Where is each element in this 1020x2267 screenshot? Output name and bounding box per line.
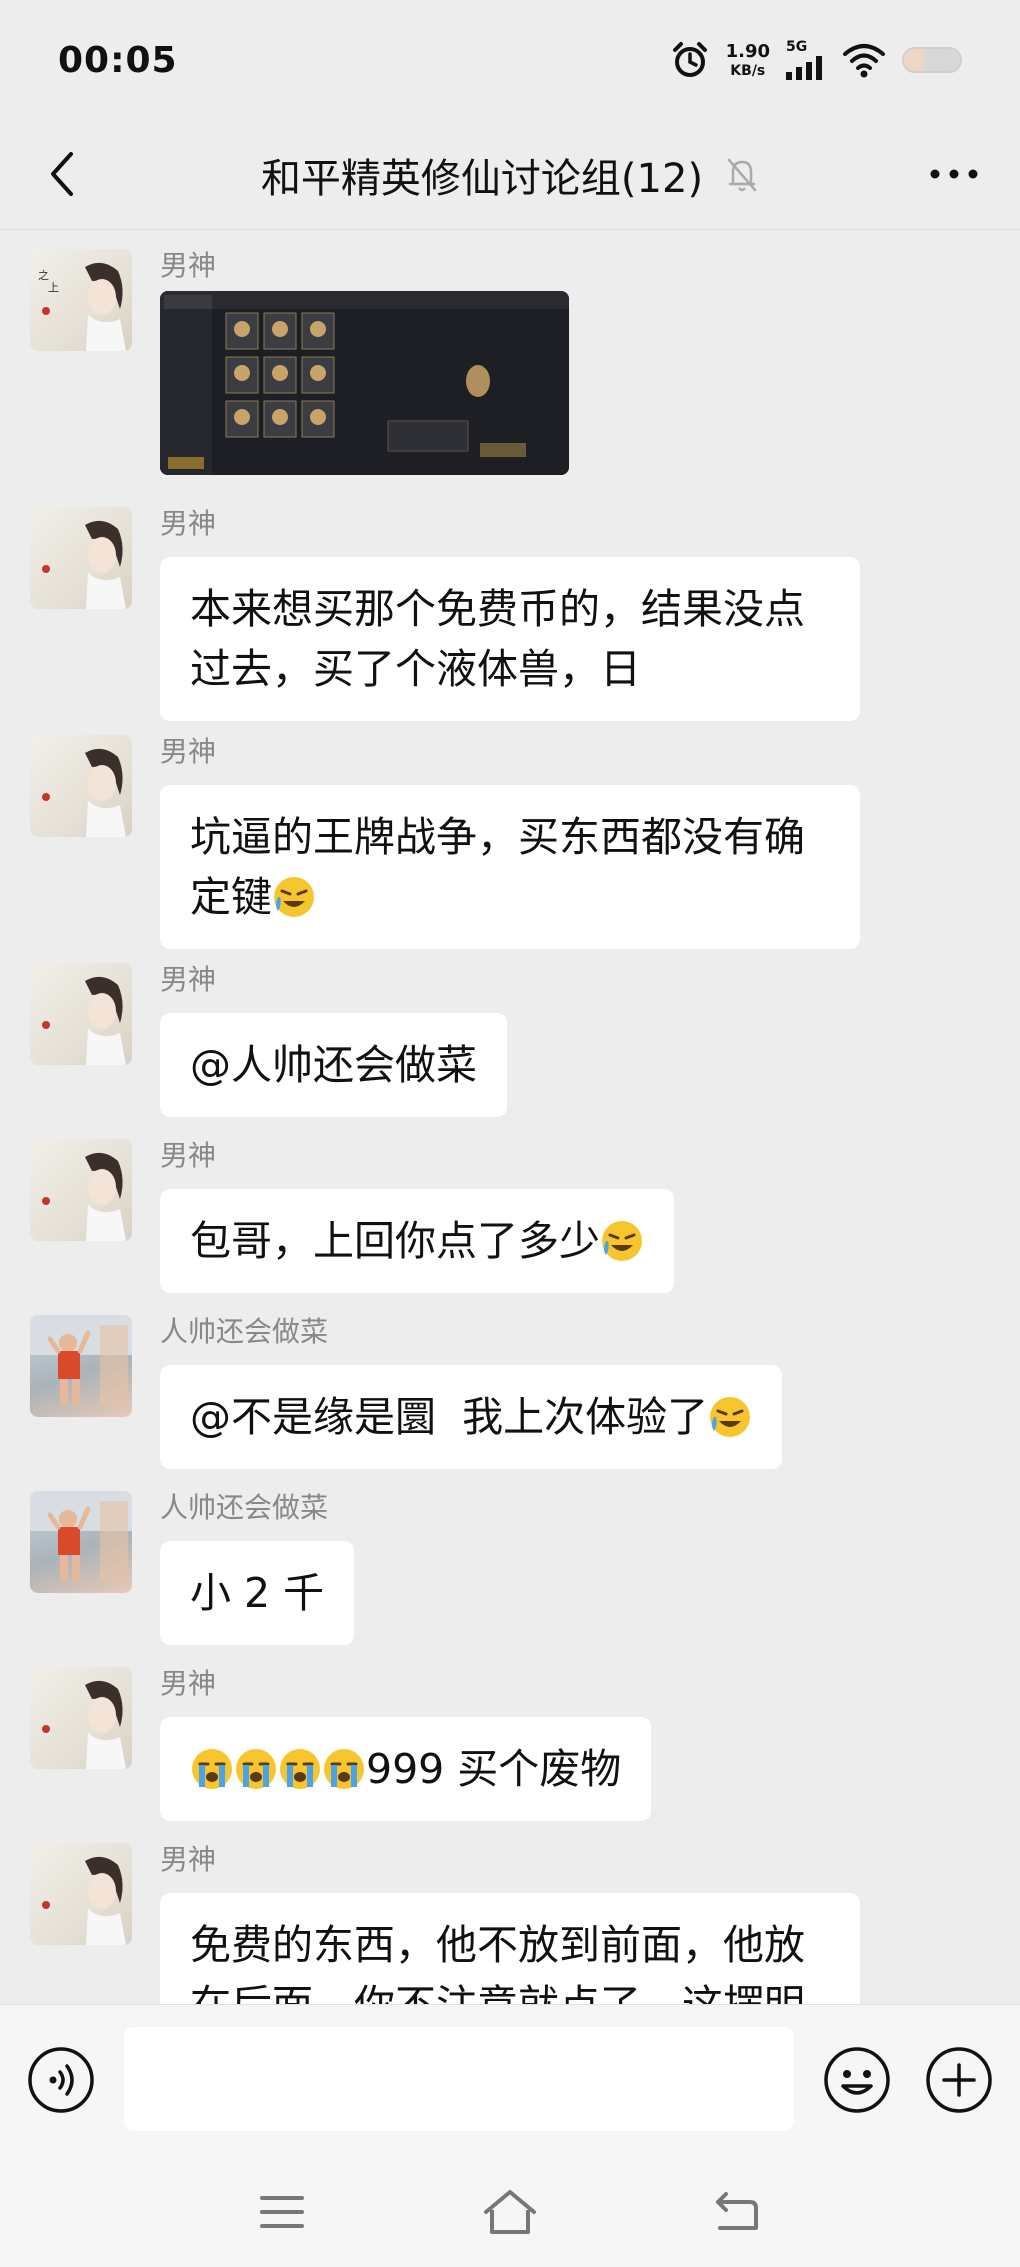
chat-header: 和平精英修仙讨论组(12) (0, 120, 1020, 230)
smiley-icon (824, 2047, 890, 2113)
system-navigation-bar (0, 2156, 1020, 2267)
menu-icon (260, 2196, 304, 2228)
sender-name: 男神 (160, 249, 217, 282)
message-text-line: 定键 (190, 867, 830, 927)
message-item: 男神 免费的东西，他不放到前面，他放 在后面，你不注意就点了，这摆明 (30, 1825, 990, 2004)
network-type-label: 5G (786, 39, 808, 55)
message-item: 男神 @人帅还会做菜 (30, 945, 990, 1117)
message-item: 男神 999 买个废物 (30, 1649, 990, 1821)
plus-circle-icon (926, 2047, 992, 2113)
input-bar (0, 2004, 1020, 2156)
game-shop-screenshot (160, 291, 569, 475)
avatar[interactable] (30, 963, 132, 1065)
net-speed-value: 1.90 (725, 40, 770, 62)
message-text-line: 包哥，上回你点了多少 (190, 1211, 644, 1271)
alarm-clock-icon (672, 42, 707, 77)
battery-level-fill (904, 49, 924, 71)
more-dots-icon (930, 169, 978, 179)
message-item: 人帅还会做菜 @不是缘是圜 我上次体验了 (30, 1297, 990, 1469)
message-text-line: @不是缘是圜 我上次体验了 (190, 1387, 752, 1447)
message-text-line: 999 买个废物 (190, 1739, 621, 1799)
sender-name: 男神 (160, 1139, 217, 1172)
avatar[interactable] (30, 1843, 132, 1945)
crying-laughing-emoji-icon (274, 877, 314, 917)
message-bubble[interactable]: 坑逼的王牌战争，买东西都没有确 定键 (160, 785, 860, 949)
network-speed: 1.90 KB/s (725, 40, 770, 79)
message-text-fragment: @不是缘是圜 我上次体验了 (190, 1393, 709, 1441)
crying-laughing-emoji-icon (710, 1397, 751, 1437)
message-text-line: @人帅还会做菜 (190, 1041, 477, 1089)
message-text-line: 坑逼的王牌战争，买东西都没有确 (190, 813, 805, 861)
loudly-crying-emoji-icon (192, 1749, 232, 1789)
home-button[interactable] (478, 2180, 542, 2244)
message-text-line: 过去，买了个液体兽，日 (190, 645, 641, 693)
message-bubble[interactable]: 999 买个废物 (160, 1717, 652, 1821)
avatar[interactable] (30, 735, 132, 837)
loudly-crying-emoji-icon (324, 1749, 364, 1789)
sender-name: 人帅还会做菜 (160, 1491, 329, 1524)
emoji-button[interactable] (822, 2045, 892, 2115)
message-text-line: 本来想买那个免费币的，结果没点 (190, 585, 805, 633)
loudly-crying-emoji-icon (236, 1749, 276, 1789)
message-text-fragment: 包哥，上回你点了多少 (190, 1217, 600, 1265)
back-arrow-icon (716, 2192, 758, 2230)
avatar[interactable] (30, 1667, 132, 1769)
more-options-button[interactable] (924, 152, 984, 196)
crying-laughing-emoji-icon (602, 1221, 642, 1261)
signal-bars-icon (786, 56, 822, 80)
sender-name: 男神 (160, 507, 217, 540)
status-bar: 00:05 1.90 KB/s 5G (0, 0, 1020, 120)
message-text-line: 小 2 千 (190, 1569, 325, 1617)
chevron-left-icon (51, 152, 73, 196)
message-bubble[interactable]: 本来想买那个免费币的，结果没点 过去，买了个液体兽，日 (160, 557, 860, 721)
net-speed-unit: KB/s (730, 62, 766, 79)
status-icons: 1.90 KB/s 5G (670, 40, 962, 80)
image-message[interactable] (160, 291, 569, 475)
message-bubble[interactable]: 小 2 千 (160, 1541, 355, 1645)
sender-name: 男神 (160, 735, 217, 768)
sender-name: 人帅还会做菜 (160, 1315, 329, 1348)
sender-name: 男神 (160, 1843, 217, 1876)
avatar[interactable] (30, 1491, 132, 1593)
sender-name: 男神 (160, 1667, 217, 1700)
message-bubble[interactable]: 免费的东西，他不放到前面，他放 在后面，你不注意就点了，这摆明 (160, 1893, 860, 2004)
avatar[interactable] (30, 507, 132, 609)
message-bubble[interactable]: @不是缘是圜 我上次体验了 (160, 1365, 783, 1469)
message-input[interactable] (124, 2027, 794, 2131)
message-text-line: 免费的东西，他不放到前面，他放 (190, 1921, 805, 1969)
message-bubble[interactable]: 包哥，上回你点了多少 (160, 1189, 674, 1293)
avatar[interactable] (30, 1139, 132, 1241)
message-item: 男神 包哥，上回你点了多少 (30, 1121, 990, 1293)
status-time: 00:05 (58, 39, 178, 81)
svg-text:上: 上 (48, 281, 59, 294)
avatar[interactable] (30, 1315, 132, 1417)
message-item: 男神 本来想买那个免费币的，结果没点 过去，买了个液体兽，日 (30, 489, 990, 721)
voice-input-button[interactable] (26, 2045, 96, 2115)
message-list[interactable]: 之 上 男神 男神 本来想买那个免费币的，结果没点 过去，买了个液体兽，日 男神… (0, 231, 1020, 2004)
voice-icon (28, 2047, 94, 2113)
home-icon (484, 2190, 536, 2234)
message-text-fragment: 999 买个废物 (366, 1745, 622, 1793)
cellular-signal: 5G (786, 40, 826, 80)
message-text-fragment: 定键 (190, 873, 272, 921)
avatar[interactable]: 之 上 (30, 249, 132, 351)
page-title: 和平精英修仙讨论组(12) (260, 155, 704, 202)
sender-name: 男神 (160, 963, 217, 996)
back-nav-button[interactable] (704, 2180, 768, 2244)
muted-bell-icon (727, 158, 757, 191)
message-text-line: 在后面，你不注意就点了，这摆明 (190, 1975, 830, 2004)
back-button[interactable] (36, 148, 88, 200)
battery-indicator (902, 47, 962, 73)
more-functions-button[interactable] (924, 2045, 994, 2115)
message-item: 人帅还会做菜 小 2 千 (30, 1473, 990, 1645)
message-bubble[interactable]: @人帅还会做菜 (160, 1013, 507, 1117)
svg-text:之: 之 (38, 268, 49, 282)
menu-button[interactable] (250, 2180, 314, 2244)
wifi-icon (843, 44, 885, 78)
message-item: 男神 坑逼的王牌战争，买东西都没有确 定键 (30, 717, 990, 949)
message-item: 之 上 男神 (30, 231, 990, 481)
loudly-crying-emoji-icon (280, 1749, 320, 1789)
